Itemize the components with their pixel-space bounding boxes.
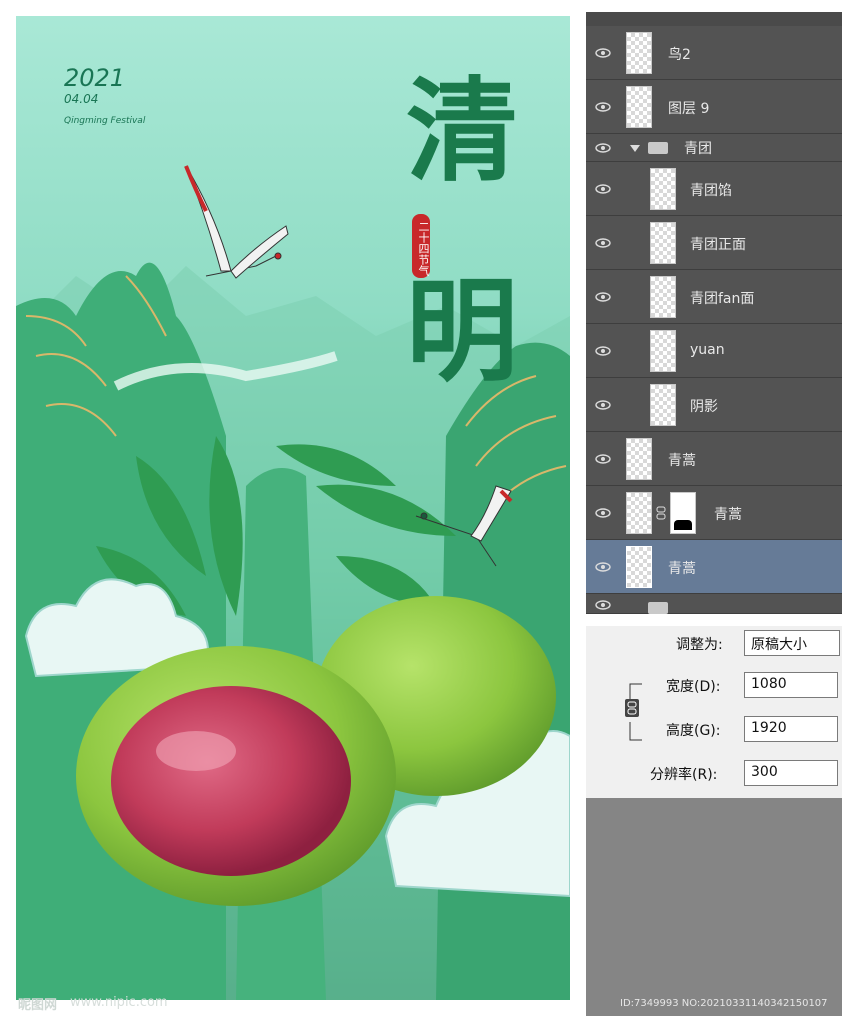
layer-thumbnail [650, 330, 676, 372]
layer-row[interactable]: 青蒿 [586, 432, 842, 486]
eye-icon[interactable] [595, 143, 611, 153]
layer-group-row[interactable]: 青团 [586, 134, 842, 162]
eye-icon[interactable] [595, 600, 611, 610]
layers-panel: 鸟2 图层 9 青团 青团馅 青团正面 青团fan面 yuan 阴影 青蒿 青蒿… [586, 12, 842, 614]
poster-date: 04.04 [64, 92, 99, 106]
layer-row[interactable]: 青蒿 [586, 486, 842, 540]
eye-icon[interactable] [595, 400, 611, 410]
folder-icon [648, 142, 668, 154]
layer-thumbnail [650, 384, 676, 426]
layer-name: 青团 [684, 141, 712, 157]
eye-icon[interactable] [595, 102, 611, 112]
link-icon[interactable] [656, 506, 666, 520]
layer-thumbnail [626, 492, 652, 534]
layer-thumbnail [626, 32, 652, 74]
layer-name: yuan [690, 342, 725, 358]
resize-select[interactable]: 原稿大小 [744, 630, 840, 656]
eye-icon[interactable] [595, 346, 611, 356]
layer-row[interactable]: 阴影 [586, 378, 842, 432]
poster-seal: 二十四节气 [412, 214, 430, 278]
resize-label: 调整为: [676, 637, 723, 653]
eye-icon[interactable] [595, 48, 611, 58]
layer-thumbnail [650, 168, 676, 210]
resolution-label: 分辨率(R): [650, 767, 718, 783]
poster-title-char-1: 清 [406, 67, 518, 197]
panel-empty-area [586, 798, 842, 1016]
layer-name: 阴影 [690, 399, 718, 415]
image-size-panel: 调整为: 原稿大小 宽度(D): 1080 高度(G): 1920 分辨率(R)… [586, 626, 842, 798]
watermark-site: 昵图网 [18, 998, 58, 1013]
layer-name: 青团正面 [690, 237, 746, 253]
eye-icon[interactable] [595, 508, 611, 518]
layer-name: 图层 9 [668, 101, 710, 117]
layers-panel-header [586, 12, 842, 27]
width-label: 宽度(D): [666, 679, 721, 695]
watermark-id: ID:7349993 NO:20210331140342150107 [620, 998, 828, 1009]
folder-icon [648, 602, 668, 614]
poster-year: 2021 [64, 64, 126, 92]
watermark-url: www.nipic.com [70, 995, 168, 1010]
layer-thumbnail [626, 86, 652, 128]
eye-icon[interactable] [595, 292, 611, 302]
layer-row[interactable]: 青团fan面 [586, 270, 842, 324]
layer-row[interactable]: 图层 9 [586, 80, 842, 134]
layer-row-partial[interactable] [586, 594, 842, 614]
height-label: 高度(G): [666, 723, 721, 739]
layer-row[interactable]: 鸟2 [586, 26, 842, 80]
layer-name: 青团fan面 [690, 291, 755, 307]
poster-image: 2021 04.04 Qingming Festival 清 明 二十四节气 [16, 16, 570, 1000]
poster-title-char-2: 明 [406, 267, 518, 397]
layer-row[interactable]: yuan [586, 324, 842, 378]
height-input[interactable]: 1920 [744, 716, 838, 742]
eye-icon[interactable] [595, 454, 611, 464]
layer-thumbnail [650, 276, 676, 318]
resolution-input[interactable]: 300 [744, 760, 838, 786]
layer-thumbnail [626, 546, 652, 588]
crane-top [184, 165, 289, 279]
layer-row-selected[interactable]: 青蒿 [586, 540, 842, 594]
layer-name: 青蒿 [668, 561, 696, 577]
width-input[interactable]: 1080 [744, 672, 838, 698]
layer-name: 青蒿 [714, 507, 742, 523]
eye-icon[interactable] [595, 184, 611, 194]
layer-mask-thumbnail[interactable] [670, 492, 696, 534]
layer-name: 青蒿 [668, 453, 696, 469]
layer-name: 青团馅 [690, 183, 732, 199]
link-icon[interactable] [624, 698, 640, 718]
layer-thumbnail [626, 438, 652, 480]
layer-name: 鸟2 [668, 47, 691, 63]
expand-triangle-icon[interactable] [630, 145, 640, 152]
layer-row[interactable]: 青团正面 [586, 216, 842, 270]
layer-row[interactable]: 青团馅 [586, 162, 842, 216]
eye-icon[interactable] [595, 562, 611, 572]
eye-icon[interactable] [595, 238, 611, 248]
layer-thumbnail [650, 222, 676, 264]
poster-festival: Qingming Festival [64, 116, 146, 126]
